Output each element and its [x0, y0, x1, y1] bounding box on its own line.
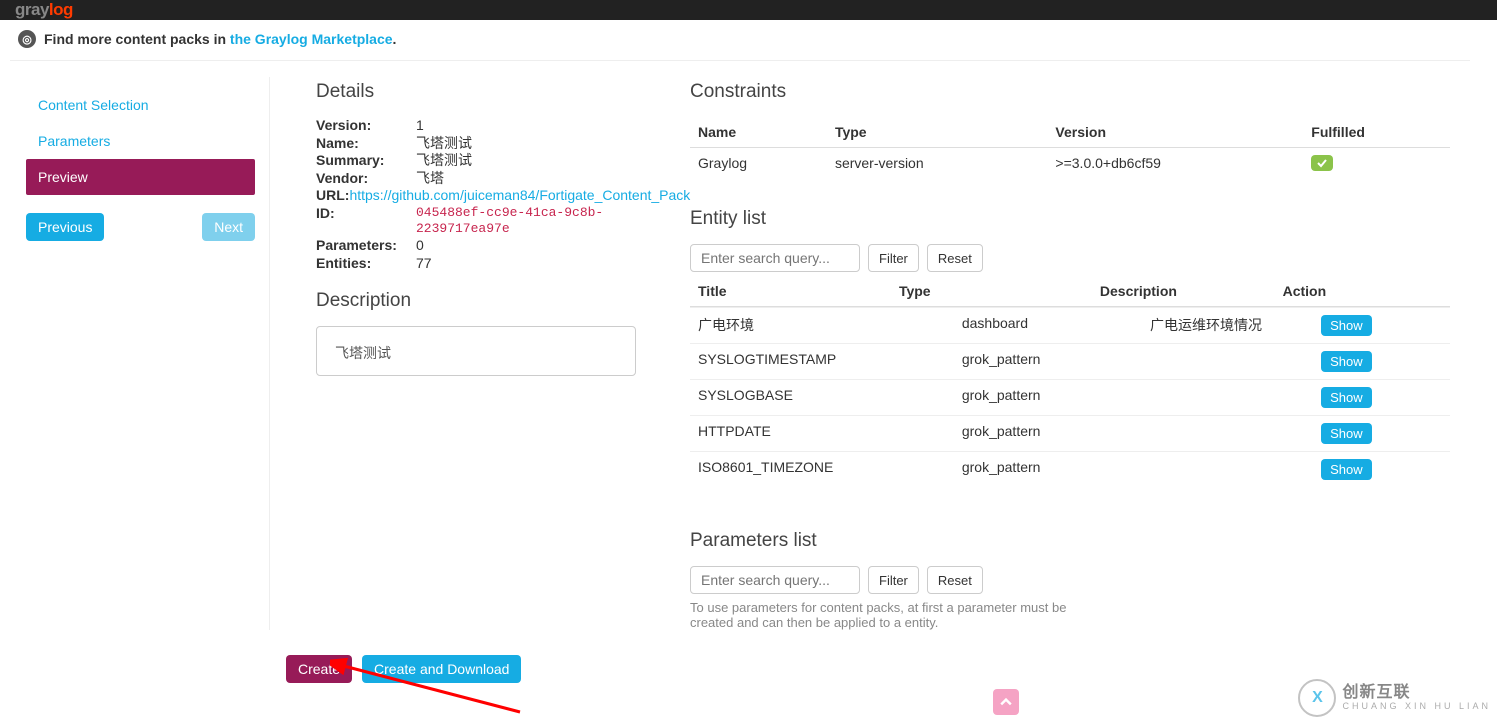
constraint-row: Graylog server-version >=3.0.0+db6cf59 [690, 148, 1450, 179]
th-action: Action [1275, 276, 1450, 307]
entity-type: grok_pattern [954, 452, 1142, 488]
constraint-name: Graylog [690, 148, 827, 179]
value-url-link[interactable]: https://github.com/juiceman84/Fortigate_… [349, 187, 690, 203]
chevron-up-icon [1000, 696, 1012, 708]
label-parameters: Parameters: [316, 237, 416, 255]
create-download-button[interactable]: Create and Download [362, 655, 521, 683]
watermark-icon: X [1298, 679, 1336, 717]
entity-type: grok_pattern [954, 380, 1142, 416]
entity-table-header: Title Type Description Action [690, 276, 1450, 307]
label-summary: Summary: [316, 152, 416, 170]
value-parameters: 0 [416, 237, 650, 255]
entity-show-button[interactable]: Show [1321, 387, 1372, 408]
entity-title: 广电环境 [690, 308, 954, 344]
entity-type: dashboard [954, 308, 1142, 344]
value-version: 1 [416, 117, 650, 135]
entity-show-button[interactable]: Show [1321, 459, 1372, 480]
value-id: 045488ef-cc9e-41ca-9c8b-2239717ea97e [416, 205, 650, 238]
entity-title: SYSLOGBASE [690, 380, 954, 416]
entity-show-button[interactable]: Show [1321, 351, 1372, 372]
watermark: X 创新互联 CHUANG XIN HU LIAN [1298, 679, 1491, 717]
previous-button[interactable]: Previous [26, 213, 104, 241]
entity-desc [1142, 380, 1313, 416]
constraint-type: server-version [827, 148, 1047, 179]
marketplace-link[interactable]: the Graylog Marketplace [230, 31, 393, 47]
label-id: ID: [316, 205, 416, 238]
entity-scroll-area[interactable]: 广电环境dashboard广电运维环境情况ShowSYSLOGTIMESTAMP… [690, 307, 1450, 502]
entity-title: ISO8601_TIMEZONE [690, 452, 954, 488]
params-reset-button[interactable]: Reset [927, 566, 983, 594]
sidebar-item-preview[interactable]: Preview [26, 159, 255, 195]
th-type: Type [827, 117, 1047, 148]
entity-row: ISO8601_TIMEZONEgrok_pattern Show [690, 452, 1450, 488]
label-entities: Entities: [316, 255, 416, 273]
value-summary: 飞塔测试 [416, 152, 650, 170]
info-banner: ◎ Find more content packs in the Graylog… [10, 20, 1470, 61]
value-vendor: 飞塔 [416, 170, 650, 188]
entity-filter-button[interactable]: Filter [868, 244, 919, 272]
brand-logo: graylog [15, 0, 73, 20]
description-heading: Description [316, 290, 650, 312]
constraints-table: Name Type Version Fulfilled Graylog serv… [690, 117, 1450, 178]
brand-part1: gray [15, 0, 49, 19]
constraints-heading: Constraints [690, 81, 1450, 103]
entity-table: 广电环境dashboard广电运维环境情况ShowSYSLOGTIMESTAMP… [690, 307, 1450, 487]
entity-desc [1142, 452, 1313, 488]
params-search-input[interactable] [690, 566, 860, 594]
entity-type: grok_pattern [954, 344, 1142, 380]
th-fulfilled: Fulfilled [1303, 117, 1450, 148]
entity-search-input[interactable] [690, 244, 860, 272]
parameters-list-heading: Parameters list [690, 530, 1450, 552]
entity-reset-button[interactable]: Reset [927, 244, 983, 272]
watermark-main: 创新互联 [1342, 685, 1491, 701]
th-desc: Description [1092, 276, 1275, 307]
wizard-sidebar: Content Selection Parameters Preview Pre… [20, 77, 270, 630]
constraint-fulfilled [1303, 148, 1450, 179]
sidebar-item-content-selection[interactable]: Content Selection [26, 87, 255, 123]
entity-list-heading: Entity list [690, 208, 1450, 230]
entity-show-button[interactable]: Show [1321, 423, 1372, 444]
target-icon: ◎ [18, 30, 36, 48]
create-button[interactable]: Create [286, 655, 352, 683]
label-name: Name: [316, 135, 416, 153]
entity-row: SYSLOGBASEgrok_pattern Show [690, 380, 1450, 416]
th-version: Version [1047, 117, 1303, 148]
params-filter-button[interactable]: Filter [868, 566, 919, 594]
watermark-sub: CHUANG XIN HU LIAN [1342, 701, 1491, 711]
value-name: 飞塔测试 [416, 135, 650, 153]
entity-title: HTTPDATE [690, 416, 954, 452]
params-hint: To use parameters for content packs, at … [690, 600, 1110, 630]
next-button[interactable]: Next [202, 213, 255, 241]
label-version: Version: [316, 117, 416, 135]
details-column: Details Version:1 Name:飞塔测试 Summary:飞塔测试… [270, 77, 690, 630]
th-title: Title [690, 276, 891, 307]
entity-desc: 广电运维环境情况 [1142, 308, 1313, 344]
banner-text: Find more content packs in the Graylog M… [44, 31, 396, 47]
th-name: Name [690, 117, 827, 148]
entity-show-button[interactable]: Show [1321, 315, 1372, 336]
check-icon [1311, 155, 1333, 171]
entity-type: grok_pattern [954, 416, 1142, 452]
label-vendor: Vendor: [316, 170, 416, 188]
brand-part2: log [49, 0, 73, 19]
constraint-version: >=3.0.0+db6cf59 [1047, 148, 1303, 179]
entity-desc [1142, 344, 1313, 380]
entity-row: 广电环境dashboard广电运维环境情况 Show [690, 308, 1450, 344]
description-box: 飞塔测试 [316, 326, 636, 376]
entity-title: SYSLOGTIMESTAMP [690, 344, 954, 380]
entity-row: SYSLOGTIMESTAMPgrok_pattern Show [690, 344, 1450, 380]
scroll-top-button[interactable] [993, 689, 1019, 715]
entity-row: HTTPDATEgrok_pattern Show [690, 416, 1450, 452]
label-url: URL: [316, 187, 349, 205]
th-etype: Type [891, 276, 1092, 307]
top-navbar: graylog [0, 0, 1497, 20]
details-heading: Details [316, 81, 650, 103]
sidebar-item-parameters[interactable]: Parameters [26, 123, 255, 159]
entity-desc [1142, 416, 1313, 452]
value-entities: 77 [416, 255, 650, 273]
